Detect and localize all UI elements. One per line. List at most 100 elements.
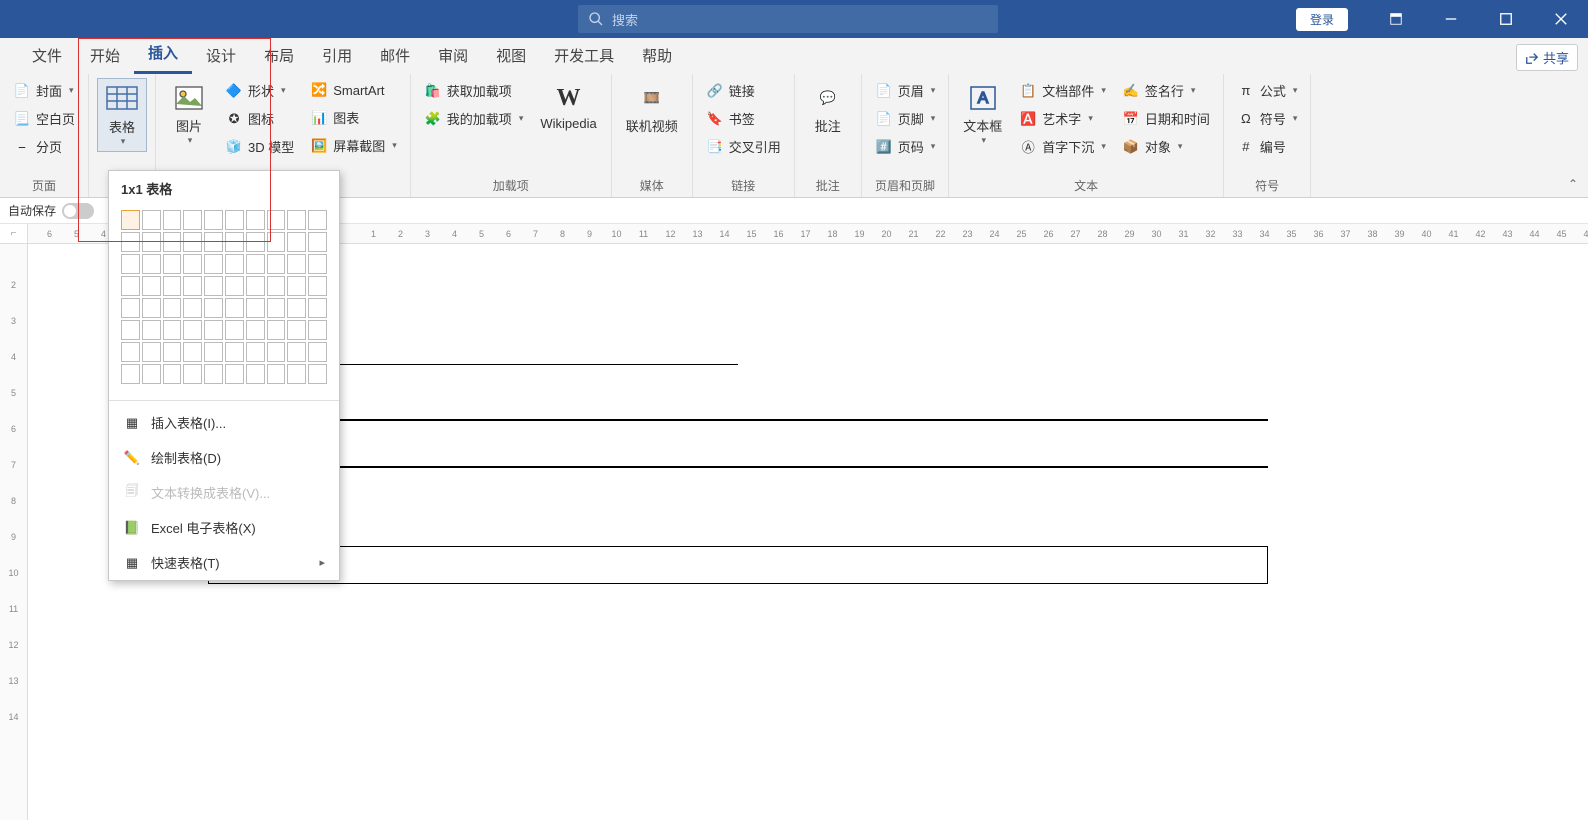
table-grid-cell[interactable]: [183, 232, 202, 252]
table-grid-cell[interactable]: [121, 320, 140, 340]
tab-review[interactable]: 审阅: [424, 37, 482, 74]
table-grid-cell[interactable]: [267, 276, 286, 296]
table-grid-cell[interactable]: [204, 342, 223, 362]
tab-mail[interactable]: 邮件: [366, 37, 424, 74]
collapse-ribbon-icon[interactable]: ⌃: [1568, 177, 1578, 191]
signature-button[interactable]: ✍️签名行▾: [1117, 78, 1215, 103]
table-grid-cell[interactable]: [204, 276, 223, 296]
dropcap-button[interactable]: Ⓐ首字下沉▾: [1014, 134, 1111, 159]
table-grid-cell[interactable]: [225, 364, 244, 384]
header-button[interactable]: 📄页眉▾: [870, 78, 941, 103]
table-grid-cell[interactable]: [204, 364, 223, 384]
online-video-button[interactable]: 🎞️ 联机视频: [620, 78, 684, 139]
table-grid-cell[interactable]: [287, 320, 306, 340]
table-grid-cell[interactable]: [308, 364, 327, 384]
line-shape-thick[interactable]: [208, 466, 1268, 468]
number-button[interactable]: #编号: [1232, 134, 1303, 159]
table-grid-cell[interactable]: [204, 320, 223, 340]
textbox-button[interactable]: A 文本框 ▾: [957, 78, 1008, 150]
table-grid-cell[interactable]: [142, 298, 161, 318]
table-grid-cell[interactable]: [287, 276, 306, 296]
comment-button[interactable]: 💬 批注: [803, 78, 853, 139]
table-grid-cell[interactable]: [246, 232, 265, 252]
tab-home[interactable]: 开始: [76, 37, 134, 74]
table-grid-cell[interactable]: [121, 298, 140, 318]
insert-table-item[interactable]: ▦插入表格(I)...: [109, 405, 339, 440]
symbol-button[interactable]: Ω符号▾: [1232, 106, 1303, 131]
link-button[interactable]: 🔗链接: [701, 78, 786, 103]
maximize-button[interactable]: [1478, 0, 1533, 38]
table-grid-cell[interactable]: [121, 254, 140, 274]
table-grid-cell[interactable]: [121, 342, 140, 362]
table-grid-cell[interactable]: [225, 298, 244, 318]
table-grid-cell[interactable]: [183, 364, 202, 384]
icons-button[interactable]: ✪图标: [220, 106, 299, 131]
table-grid-cell[interactable]: [308, 254, 327, 274]
table-grid-cell[interactable]: [267, 364, 286, 384]
table-grid-cell[interactable]: [225, 210, 244, 230]
table-grid-cell[interactable]: [204, 210, 223, 230]
table-grid-cell[interactable]: [225, 254, 244, 274]
excel-spreadsheet-item[interactable]: 📗Excel 电子表格(X): [109, 510, 339, 545]
table-grid-cell[interactable]: [142, 342, 161, 362]
tab-view[interactable]: 视图: [482, 37, 540, 74]
table-grid-cell[interactable]: [183, 276, 202, 296]
share-button[interactable]: 共享: [1516, 44, 1578, 71]
table-grid-cell[interactable]: [287, 364, 306, 384]
vertical-ruler[interactable]: 234567891011121314: [0, 244, 28, 820]
table-grid-cell[interactable]: [183, 210, 202, 230]
footer-button[interactable]: 📄页脚▾: [870, 106, 941, 131]
blank-page-button[interactable]: 📃空白页: [8, 106, 80, 131]
shapes-button[interactable]: 🔷形状▾: [220, 78, 299, 103]
table-grid-cell[interactable]: [246, 210, 265, 230]
tab-help[interactable]: 帮助: [628, 37, 686, 74]
table-grid-cell[interactable]: [287, 342, 306, 362]
table-grid-cell[interactable]: [163, 298, 182, 318]
table-grid-cell[interactable]: [163, 210, 182, 230]
table-grid-cell[interactable]: [246, 320, 265, 340]
table-grid-cell[interactable]: [183, 254, 202, 274]
draw-table-item[interactable]: ✏️绘制表格(D): [109, 440, 339, 475]
table-button[interactable]: 表格 ▾: [97, 78, 147, 152]
table-grid-cell[interactable]: [267, 210, 286, 230]
crossref-button[interactable]: 📑交叉引用: [701, 134, 786, 159]
cover-page-button[interactable]: 📄封面▾: [8, 78, 80, 103]
rectangle-shape[interactable]: [208, 546, 1268, 584]
table-grid-cell[interactable]: [121, 276, 140, 296]
table-grid-cell[interactable]: [308, 320, 327, 340]
autosave-toggle[interactable]: [62, 203, 94, 219]
tab-layout[interactable]: 布局: [250, 37, 308, 74]
table-grid-cell[interactable]: [308, 298, 327, 318]
screenshot-button[interactable]: 🖼️屏幕截图▾: [305, 133, 402, 158]
table-grid-cell[interactable]: [183, 342, 202, 362]
tab-insert[interactable]: 插入: [134, 34, 192, 74]
table-grid-cell[interactable]: [204, 298, 223, 318]
ribbon-display-button[interactable]: [1368, 0, 1423, 38]
table-grid-cell[interactable]: [246, 364, 265, 384]
tab-dev[interactable]: 开发工具: [540, 37, 628, 74]
picture-button[interactable]: 图片 ▾: [164, 78, 214, 150]
wordart-button[interactable]: 🅰️艺术字▾: [1014, 106, 1111, 131]
tab-file[interactable]: 文件: [18, 37, 76, 74]
table-grid-cell[interactable]: [225, 342, 244, 362]
bookmark-button[interactable]: 🔖书签: [701, 106, 786, 131]
object-button[interactable]: 📦对象▾: [1117, 134, 1215, 159]
table-grid-cell[interactable]: [308, 232, 327, 252]
table-grid-cell[interactable]: [183, 320, 202, 340]
table-grid-cell[interactable]: [142, 320, 161, 340]
line-shape[interactable]: [338, 364, 738, 365]
line-shape-thick[interactable]: [208, 419, 1268, 421]
close-button[interactable]: [1533, 0, 1588, 38]
table-grid-cell[interactable]: [246, 276, 265, 296]
get-addins-button[interactable]: 🛍️获取加载项: [419, 78, 529, 103]
table-grid-cell[interactable]: [308, 210, 327, 230]
smartart-button[interactable]: 🔀SmartArt: [305, 78, 402, 102]
table-grid-cell[interactable]: [204, 232, 223, 252]
table-grid-cell[interactable]: [142, 276, 161, 296]
table-grid-cell[interactable]: [163, 364, 182, 384]
datetime-button[interactable]: 📅日期和时间: [1117, 106, 1215, 131]
login-button[interactable]: 登录: [1296, 8, 1348, 31]
3d-model-button[interactable]: 🧊3D 模型: [220, 134, 299, 159]
table-grid-cell[interactable]: [121, 364, 140, 384]
search-box[interactable]: 搜索: [578, 5, 998, 33]
